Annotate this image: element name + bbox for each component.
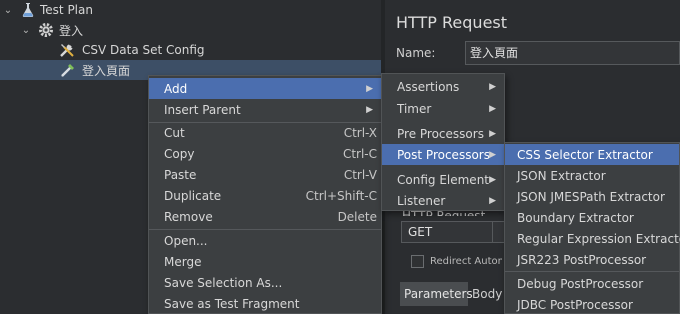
page-title: HTTP Request [396,13,508,32]
menu-item-label: Regular Expression Extractor [517,231,680,246]
menu-item-post-processors[interactable]: Post Processors ▶ [382,144,504,165]
menu-item-config-element[interactable]: Config Element ▶ [382,169,504,190]
select-divider [492,222,493,242]
menu-item-label: Cut [164,125,185,140]
menu-item-assertions[interactable]: Assertions ▶ [382,76,504,97]
menu-item-jmespath-extractor[interactable]: JSON JMESPath Extractor [505,186,679,207]
tab-body[interactable]: Body [472,287,502,301]
tab-body-label: Body [472,287,503,301]
tree-item-label: Test Plan [40,3,93,17]
tree-item-label: 登入 [59,23,84,38]
chevron-down-icon[interactable]: ⌄ [20,25,32,36]
tree-item-login-group[interactable]: ⌄ 登入 [20,20,83,40]
pipette-icon [61,64,74,77]
submenu-arrow-icon: ▶ [489,174,496,185]
shortcut-label: Ctrl-V [343,167,377,182]
menu-item-regex-extractor[interactable]: Regular Expression Extractor [505,228,680,249]
menu-item-json-extractor[interactable]: JSON Extractor [505,165,679,186]
menu-item-label: Save as Test Fragment [164,296,300,311]
menu-item-label: Copy [164,146,195,161]
menu-item-save-selection[interactable]: Save Selection As... [149,272,381,293]
menu-item-label: Post Processors [397,147,490,162]
menu-item-jdbc-postprocessor[interactable]: JDBC PostProcessor [505,294,679,314]
gear-icon [39,23,53,37]
menu-item-pre-processors[interactable]: Pre Processors ▶ [382,123,504,144]
menu-item-save-fragment[interactable]: Save as Test Fragment [149,293,381,314]
menu-item-label: Merge [164,254,202,269]
tree-item-label: CSV Data Set Config [82,43,205,57]
menu-item-debug-postprocessor[interactable]: Debug PostProcessor [505,273,679,294]
context-menu: Add ▶ Insert Parent ▶ Cut Ctrl-X Copy Ctrl-C… [148,75,382,314]
menu-item-boundary-extractor[interactable]: Boundary Extractor [505,207,679,228]
tab-parameters[interactable]: Parameters [400,282,473,306]
menu-item-label: Listener [397,193,446,208]
menu-item-label: JSON JMESPath Extractor [517,189,665,204]
submenu-arrow-icon: ▶ [489,103,496,114]
shortcut-label: Ctrl+Shift-C [305,188,377,203]
menu-item-copy[interactable]: Copy Ctrl-C [149,143,381,164]
submenu-arrow-icon: ▶ [366,104,373,115]
tab-parameters-label: Parameters [404,287,473,301]
menu-item-label: Insert Parent [164,102,241,117]
tree-item-test-plan[interactable]: ⌄ Test Plan [2,0,93,20]
menu-item-label: Save Selection As... [164,275,283,290]
shortcut-label: Ctrl-C [342,146,377,161]
menu-item-jsr223-postprocessor[interactable]: JSR223 PostProcessor [505,249,679,270]
submenu-arrow-icon: ▶ [489,81,496,92]
add-submenu: Assertions ▶ Timer ▶ Pre Processors ▶ Post … [381,73,505,211]
menu-item-open[interactable]: Open... [149,230,381,251]
menu-item-label: JDBC PostProcessor [517,297,633,312]
menu-item-cut[interactable]: Cut Ctrl-X [149,122,381,143]
shortcut-label: Ctrl-X [343,125,377,140]
menu-item-duplicate[interactable]: Duplicate Ctrl+Shift-C [149,185,381,206]
chevron-down-icon[interactable]: ⌄ [2,5,14,16]
submenu-arrow-icon: ▶ [489,195,496,206]
menu-item-label: Paste [164,167,197,182]
wrench-screwdriver-icon [60,44,74,57]
menu-item-listener[interactable]: Listener ▶ [382,190,504,211]
menu-item-label: JSR223 PostProcessor [517,252,647,267]
menu-item-label: Open... [164,233,208,248]
menu-item-label: Duplicate [164,188,222,203]
submenu-arrow-icon: ▶ [489,128,496,139]
menu-item-add[interactable]: Add ▶ [149,78,381,99]
name-label: Name: [396,46,436,60]
redirect-checkbox[interactable] [411,255,424,268]
menu-item-insert-parent[interactable]: Insert Parent ▶ [149,99,381,120]
submenu-arrow-icon: ▶ [489,149,496,160]
shortcut-label: Delete [337,209,377,224]
menu-item-label: Assertions [397,79,460,94]
menu-item-label: Timer [397,101,432,116]
menu-item-label: JSON Extractor [517,168,606,183]
menu-item-label: Add [164,81,188,96]
menu-item-label: CSS Selector Extractor [517,147,653,162]
tree-item-label: 登入頁面 [82,63,131,78]
menu-item-timer[interactable]: Timer ▶ [382,98,504,119]
menu-item-label: Pre Processors [397,126,484,141]
tree-item-csv-config[interactable]: CSV Data Set Config [58,40,205,60]
menu-item-label: Debug PostProcessor [517,276,644,291]
name-field[interactable]: 登入頁面 [465,41,680,65]
menu-item-remove[interactable]: Remove Delete [149,206,381,227]
menu-item-label: Config Element [397,172,489,187]
post-processors-submenu: CSS Selector Extractor JSON Extractor JS… [504,142,680,314]
method-select[interactable]: GET [401,221,510,243]
submenu-arrow-icon: ▶ [366,83,373,94]
flask-icon [22,3,34,17]
redirect-label: Redirect Automa [430,256,502,267]
menu-item-label: Remove [164,209,213,224]
menu-separator [505,271,679,272]
menu-item-css-selector-extractor[interactable]: CSS Selector Extractor [505,144,679,165]
menu-item-label: Boundary Extractor [517,210,634,225]
menu-item-paste[interactable]: Paste Ctrl-V [149,164,381,185]
method-value: GET [408,225,433,239]
menu-item-merge[interactable]: Merge [149,251,381,272]
